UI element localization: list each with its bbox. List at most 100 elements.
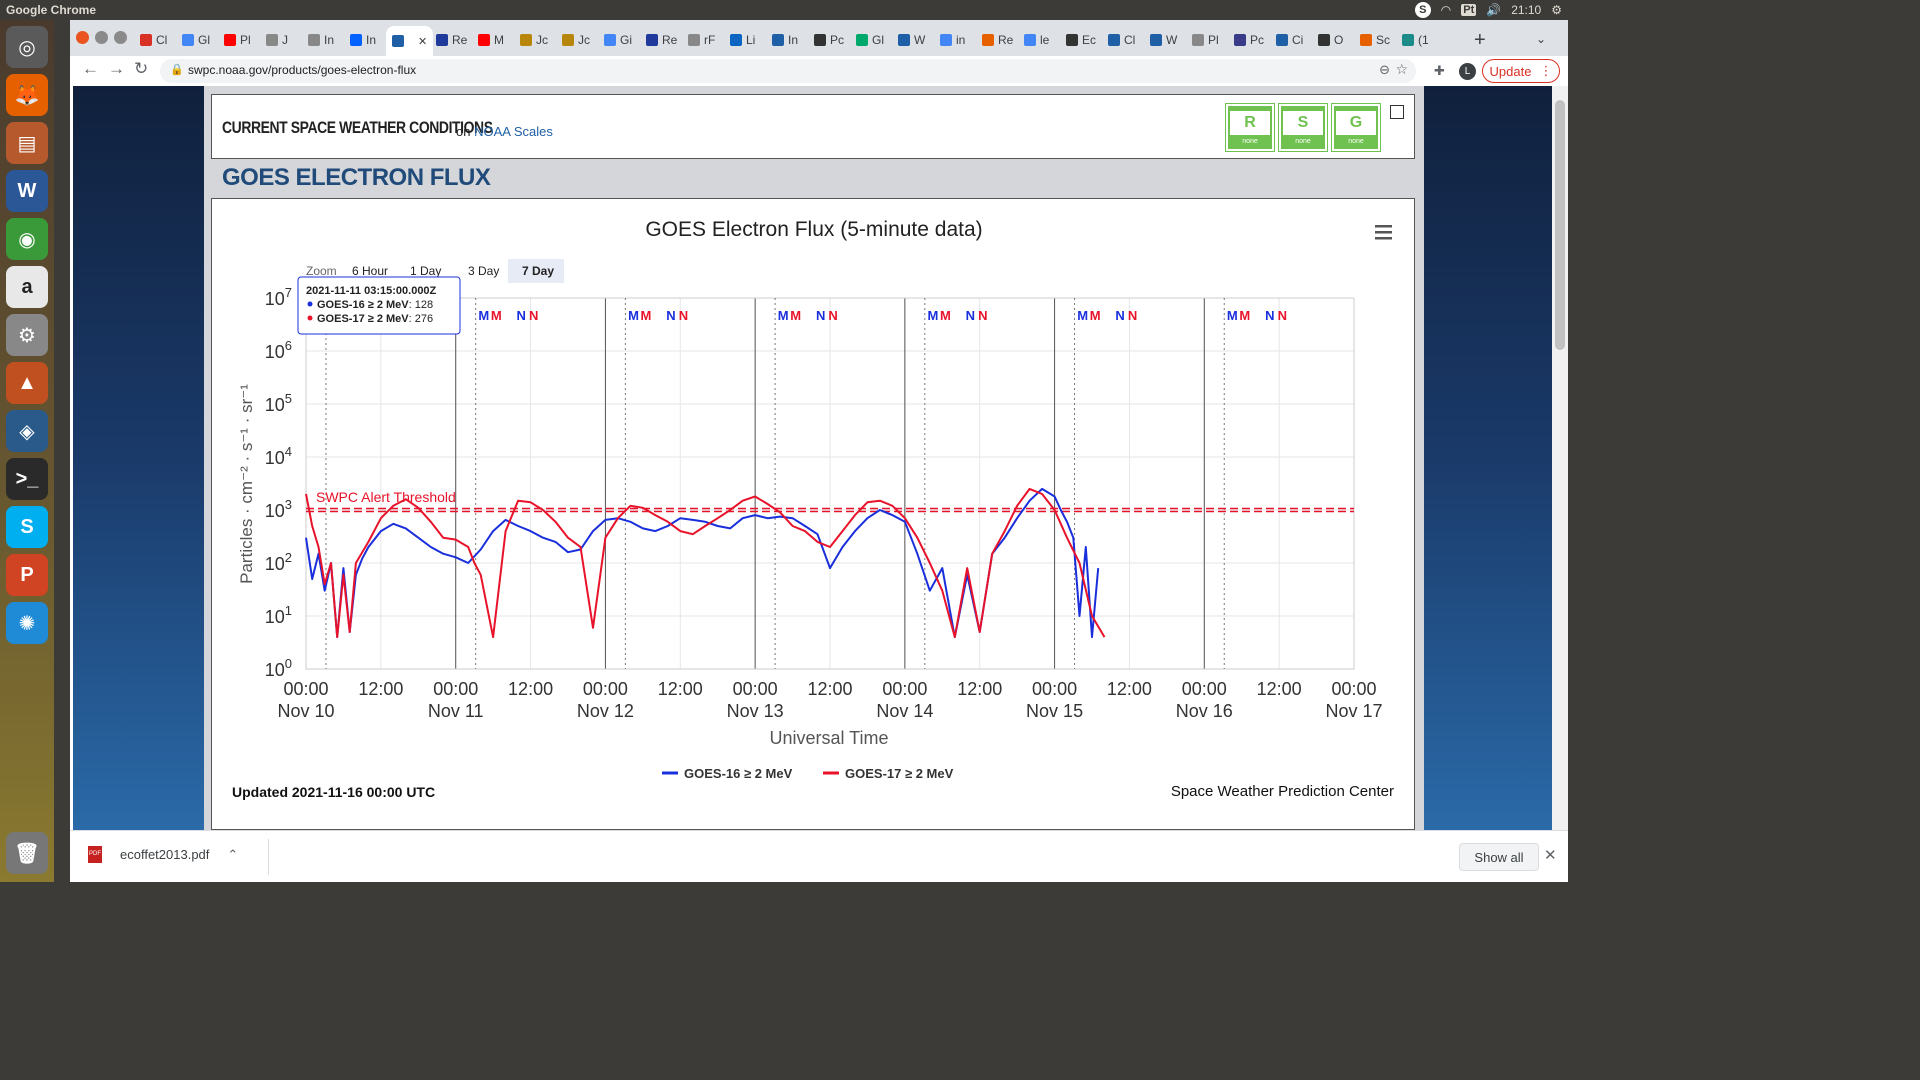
electron-flux-chart[interactable]: GOES Electron Flux (5-minute data) Zoom 6 …	[212, 199, 1416, 830]
tab[interactable]: Ec	[1066, 28, 1096, 52]
tab[interactable]: Pc	[814, 28, 844, 52]
skype-tray-icon[interactable]: S	[1414, 2, 1431, 18]
tab[interactable]: Re	[982, 28, 1013, 52]
globe-app-icon[interactable]: ◈	[6, 410, 48, 452]
scale-g-box[interactable]: Gnone	[1331, 103, 1381, 152]
tab[interactable]: Re	[436, 28, 467, 52]
powerpoint-icon[interactable]: P	[6, 554, 48, 596]
tab-label: M	[494, 33, 504, 47]
mn-marker: M	[940, 308, 951, 323]
tab-search-chevron-icon[interactable]: ⌄	[1536, 32, 1546, 46]
x-tick-time: 12:00	[957, 679, 1002, 699]
update-button[interactable]: Update ⋮	[1482, 59, 1560, 83]
tab[interactable]: rF	[688, 28, 715, 52]
url-text[interactable]: swpc.noaa.gov/products/goes-electron-flu…	[188, 63, 416, 77]
clock[interactable]: 21:10	[1511, 3, 1541, 17]
legend-label[interactable]: GOES-16 ≥ 2 MeV	[684, 766, 793, 781]
tab[interactable]: Sc	[1360, 28, 1390, 52]
tab-label: In	[366, 33, 377, 47]
reload-button[interactable]: ↻	[134, 59, 148, 79]
address-bar[interactable]: 🔒 swpc.noaa.gov/products/goes-electron-f…	[160, 59, 1416, 83]
tab[interactable]: (1	[1402, 28, 1429, 52]
download-filename[interactable]: ecoffet2013.pdf	[120, 847, 209, 862]
settings-icon[interactable]: ⚙	[6, 314, 48, 356]
tab[interactable]: Pc	[1234, 28, 1264, 52]
tab[interactable]: O	[1318, 28, 1343, 52]
show-all-button[interactable]: Show all	[1459, 843, 1539, 871]
weather-app-icon[interactable]: ✺	[6, 602, 48, 644]
scrollbar-thumb[interactable]	[1555, 100, 1565, 350]
tab[interactable]: J	[266, 28, 288, 52]
trash-icon[interactable]: 🗑	[6, 832, 48, 874]
tab[interactable]: Gl	[856, 28, 884, 52]
window-close-button[interactable]	[76, 31, 89, 44]
firefox-icon[interactable]: 🦊	[6, 74, 48, 116]
terminal-icon[interactable]: >_	[6, 458, 48, 500]
zoom-button-6-hour[interactable]: 6 Hour	[352, 264, 388, 278]
x-tick-time: 00:00	[1032, 679, 1077, 699]
tab[interactable]: Gl	[182, 28, 210, 52]
tab[interactable]: In	[350, 28, 376, 52]
tab-favicon-icon	[1276, 34, 1288, 46]
zoom-button-3-day[interactable]: 3 Day	[468, 264, 499, 278]
word-icon[interactable]: W	[6, 170, 48, 212]
back-button[interactable]: ←	[82, 59, 99, 79]
keyboard-layout-indicator[interactable]: Pt	[1461, 4, 1477, 16]
extensions-puzzle-icon[interactable]: ✚	[1434, 63, 1445, 79]
scale-s-box[interactable]: Snone	[1278, 103, 1328, 152]
zoom-button-7-day[interactable]: 7 Day	[522, 264, 554, 278]
tab-favicon-icon	[308, 34, 320, 46]
chart-menu-icon[interactable]	[1375, 237, 1392, 240]
tab[interactable]: Pl	[224, 28, 251, 52]
tab[interactable]: Gi	[604, 28, 632, 52]
profile-avatar[interactable]: L	[1459, 63, 1476, 80]
tab-close-icon[interactable]: ✕	[418, 35, 427, 48]
tab[interactable]: W	[1150, 28, 1177, 52]
lock-icon[interactable]: 🔒	[170, 63, 184, 76]
zoom-icon[interactable]: ⊖	[1379, 62, 1390, 78]
zoom-button-1-day[interactable]: 1 Day	[410, 264, 441, 278]
tab[interactable]: In	[308, 28, 334, 52]
dash-icon[interactable]: ◎	[6, 26, 48, 68]
tab[interactable]: Pl	[1192, 28, 1219, 52]
amazon-icon[interactable]: a	[6, 266, 48, 308]
wifi-icon[interactable]: ◠	[1441, 3, 1451, 17]
forward-button[interactable]: →	[108, 59, 125, 79]
vertical-scrollbar[interactable]	[1552, 86, 1568, 830]
tab[interactable]: in	[940, 28, 965, 52]
files-icon[interactable]: ▤	[6, 122, 48, 164]
download-item[interactable]: PDF ecoffet2013.pdf ⌃	[88, 846, 238, 863]
tab-label: O	[1334, 33, 1344, 47]
tab[interactable]: Jc	[562, 28, 590, 52]
popout-icon[interactable]	[1390, 105, 1404, 119]
power-settings-icon[interactable]: ⚙	[1551, 3, 1562, 17]
tab[interactable]: M	[478, 28, 504, 52]
tab[interactable]: W	[898, 28, 925, 52]
chart-menu-icon[interactable]	[1375, 225, 1392, 228]
y-tick-label: 102	[265, 550, 292, 574]
chart-menu-icon[interactable]	[1375, 231, 1392, 234]
legend-label[interactable]: GOES-17 ≥ 2 MeV	[845, 766, 954, 781]
tab-active[interactable]: ✕	[386, 26, 434, 56]
banner-title[interactable]: CURRENT SPACE WEATHER CONDITIONS	[222, 118, 493, 138]
tab[interactable]: Cl	[1108, 28, 1135, 52]
tab[interactable]: Li	[730, 28, 755, 52]
noaa-scales-link[interactable]: NOAA Scales	[474, 124, 553, 139]
volume-icon[interactable]: 🔊	[1486, 3, 1501, 17]
skype-icon[interactable]: S	[6, 506, 48, 548]
window-maximize-button[interactable]	[114, 31, 127, 44]
tab[interactable]: Ci	[1276, 28, 1303, 52]
tab[interactable]: Cl	[140, 28, 167, 52]
matlab-icon[interactable]: ▲	[6, 362, 48, 404]
bookmark-star-icon[interactable]: ☆	[1395, 61, 1408, 78]
tab[interactable]: Jc	[520, 28, 548, 52]
close-download-bar-icon[interactable]: ✕	[1544, 846, 1557, 864]
tab[interactable]: Re	[646, 28, 677, 52]
chevron-up-icon[interactable]: ⌃	[227, 847, 238, 863]
window-minimize-button[interactable]	[95, 31, 108, 44]
tab[interactable]: le	[1024, 28, 1049, 52]
chrome-icon[interactable]: ◉	[6, 218, 48, 260]
scale-r-box[interactable]: Rnone	[1225, 103, 1275, 152]
new-tab-button[interactable]: +	[1474, 29, 1486, 52]
tab[interactable]: In	[772, 28, 798, 52]
